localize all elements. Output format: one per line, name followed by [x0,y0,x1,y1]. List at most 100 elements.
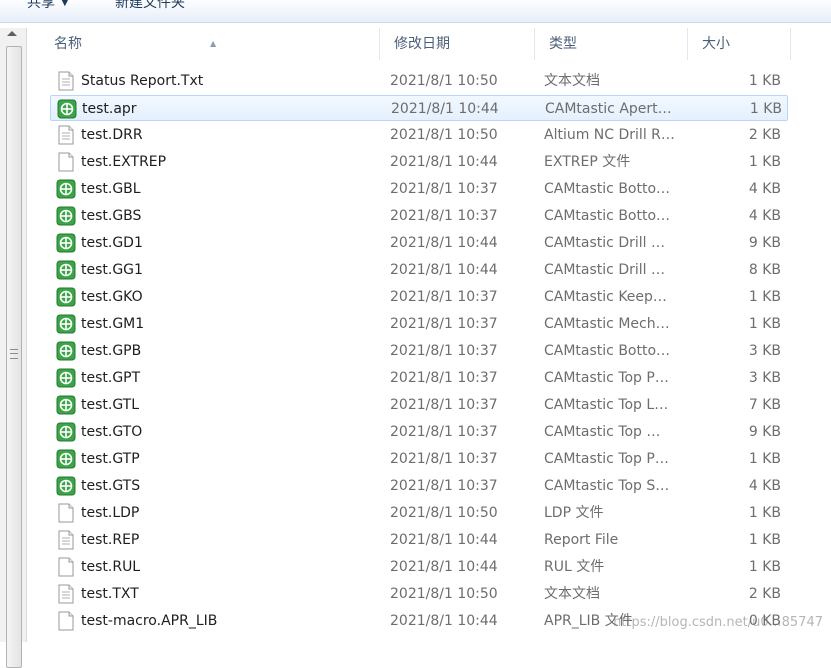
share-button[interactable]: 共享 ▼ [27,0,69,13]
file-size: 1 KB [749,101,782,117]
file-date: 2021/8/1 10:44 [390,532,498,548]
scrollbar-grip-icon [10,349,18,359]
file-date: 2021/8/1 10:37 [390,289,498,305]
file-size: 1 KB [748,73,781,89]
file-size: 2 KB [748,586,781,602]
file-type: CAMtastic Top P… [544,451,669,467]
file-name: test-macro.APR_LIB [81,613,218,629]
file-size: 1 KB [748,505,781,521]
file-type: CAMtastic Botto… [544,343,671,359]
file-row[interactable]: test.GTP 2021/8/1 10:37 CAMtastic Top P… 1 … [50,446,788,472]
file-date: 2021/8/1 10:44 [390,235,498,251]
file-name: test.TXT [81,586,139,602]
file-date: 2021/8/1 10:37 [390,370,498,386]
column-header-name[interactable]: 名称 ▲ [40,28,380,60]
file-date: 2021/8/1 10:44 [390,262,498,278]
file-row[interactable]: test.RUL 2021/8/1 10:44 RUL 文件 1 KB [50,554,788,580]
file-row[interactable]: test.apr 2021/8/1 10:44 CAMtastic Apert… 1 … [50,95,788,121]
file-row[interactable]: test.DRR 2021/8/1 10:50 Altium NC Drill R…… [50,122,788,148]
file-row[interactable]: test.REP 2021/8/1 10:44 Report File 1 KB [50,527,788,553]
file-row[interactable]: test.GBL 2021/8/1 10:37 CAMtastic Botto… 4 … [50,176,788,202]
file-name: Status Report.Txt [81,73,204,89]
file-size: 2 KB [748,127,781,143]
file-name: test.GTL [81,397,140,413]
file-row[interactable]: test.GPB 2021/8/1 10:37 CAMtastic Botto… 3 … [50,338,788,364]
file-name: test.GM1 [81,316,145,332]
file-size: 7 KB [748,397,781,413]
sort-ascending-icon: ▲ [210,39,217,48]
file-row[interactable]: test.GTS 2021/8/1 10:37 CAMtastic Top S… 4 … [50,473,788,499]
vertical-scrollbar[interactable] [0,28,27,668]
file-type: EXTREP 文件 [544,154,631,170]
text-document-icon [56,71,76,91]
file-size: 1 KB [748,451,781,467]
file-size: 8 KB [748,262,781,278]
camtastic-file-icon [56,449,76,469]
file-row[interactable]: test.GD1 2021/8/1 10:44 CAMtastic Drill … 9… [50,230,788,256]
text-document-icon [56,584,76,604]
file-size: 9 KB [748,424,781,440]
scrollbar-thumb[interactable] [6,46,22,668]
file-name: test.GPB [81,343,142,359]
file-name: test.GKO [81,289,143,305]
file-name: test.GTS [81,478,141,494]
new-folder-button[interactable]: 新建文件夹 [115,0,185,13]
file-type: CAMtastic Top L… [544,397,669,413]
file-type: CAMtastic Apert… [545,101,672,117]
column-header-size[interactable]: 大小 [688,28,791,60]
file-type: Altium NC Drill R… [544,127,675,143]
file-row[interactable]: test.GKO 2021/8/1 10:37 CAMtastic Keep… 1 K… [50,284,788,310]
camtastic-file-icon [57,99,77,119]
file-row[interactable]: test.GM1 2021/8/1 10:37 CAMtastic Mech… 1 K… [50,311,788,337]
file-row[interactable]: test.EXTREP 2021/8/1 10:44 EXTREP 文件 1 KB [50,149,788,175]
camtastic-file-icon [56,287,76,307]
file-size: 4 KB [748,181,781,197]
file-type: 文本文档 [544,586,600,602]
file-name: test.GTO [81,424,143,440]
column-header-type[interactable]: 类型 [535,28,688,60]
share-label: 共享 [27,0,55,11]
file-date: 2021/8/1 10:44 [390,154,498,170]
column-header-date[interactable]: 修改日期 [380,28,535,60]
file-row[interactable]: test.TXT 2021/8/1 10:50 文本文档 2 KB [50,581,788,607]
file-row[interactable]: test.GTL 2021/8/1 10:37 CAMtastic Top L… 7 … [50,392,788,418]
file-type: CAMtastic Drill … [544,262,665,278]
file-type: CAMtastic Keep… [544,289,667,305]
file-date: 2021/8/1 10:37 [390,343,498,359]
file-size: 1 KB [748,154,781,170]
file-size: 1 KB [748,289,781,305]
file-row[interactable]: test.LDP 2021/8/1 10:50 LDP 文件 1 KB [50,500,788,526]
text-document-icon [56,530,76,550]
file-name: test.GG1 [81,262,143,278]
file-name: test.GTP [81,451,140,467]
file-row[interactable]: test.GPT 2021/8/1 10:37 CAMtastic Top P… 3 … [50,365,788,391]
file-row[interactable]: test.GBS 2021/8/1 10:37 CAMtastic Botto… 4 … [50,203,788,229]
file-row[interactable]: test.GG1 2021/8/1 10:44 CAMtastic Drill … 8… [50,257,788,283]
file-date: 2021/8/1 10:50 [390,505,498,521]
file-name: test.REP [81,532,140,548]
file-type: LDP 文件 [544,505,604,521]
file-date: 2021/8/1 10:37 [390,478,498,494]
column-name-label: 名称 [54,36,82,52]
file-name: test.GBS [81,208,142,224]
camtastic-file-icon [56,206,76,226]
file-name: test.GBL [81,181,141,197]
file-type: CAMtastic Drill … [544,235,665,251]
file-type: CAMtastic Top P… [544,370,669,386]
file-type: CAMtastic Top S… [544,478,670,494]
column-type-label: 类型 [549,36,577,52]
file-type: CAMtastic Mech… [544,316,670,332]
blank-file-icon [56,152,76,172]
camtastic-file-icon [56,368,76,388]
toolbar: 共享 ▼ 新建文件夹 [0,0,831,23]
camtastic-file-icon [56,341,76,361]
camtastic-file-icon [56,260,76,280]
file-row[interactable]: Status Report.Txt 2021/8/1 10:50 文本文档 1 KB [50,68,788,94]
file-date: 2021/8/1 10:50 [390,73,498,89]
scroll-up-arrow-icon[interactable] [7,31,17,36]
blank-file-icon [56,611,76,631]
file-row[interactable]: test.GTO 2021/8/1 10:37 CAMtastic Top … 9 K… [50,419,788,445]
file-name: test.RUL [81,559,141,575]
file-date: 2021/8/1 10:50 [390,127,498,143]
file-name: test.GPT [81,370,141,386]
